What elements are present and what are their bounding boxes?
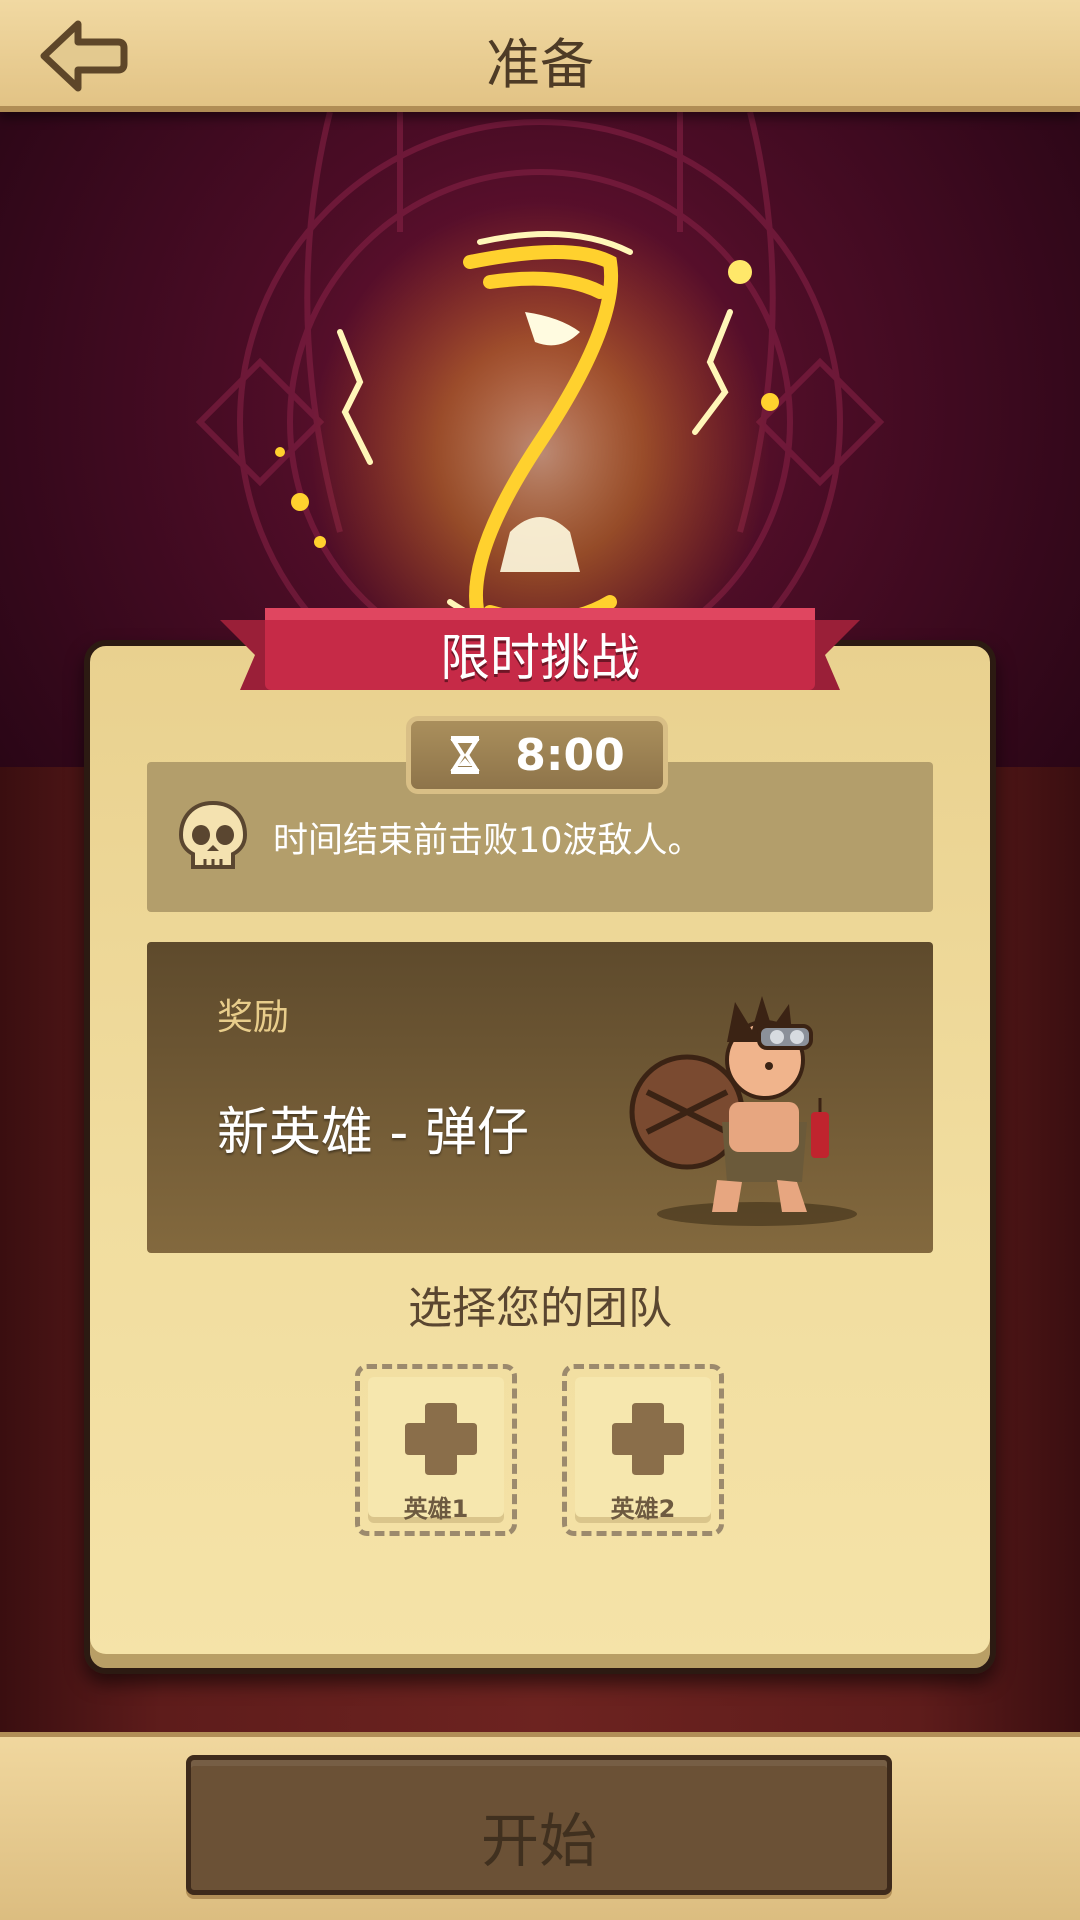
plus-icon [612,1403,684,1475]
bottom-bar: 开始 [0,1732,1080,1920]
hero-slot-frame: 英雄2 [575,1377,711,1523]
hero-slot-frame: 英雄1 [368,1377,504,1523]
hero-slot-label: 英雄2 [610,1495,676,1523]
hero-slot-label: 英雄1 [403,1495,469,1523]
timer-tab: 8:00 [406,716,668,794]
reward-name: 新英雄 - 弹仔 [217,1103,529,1163]
start-button[interactable]: 开始 [186,1755,892,1895]
challenge-title: 限时挑战 [440,629,640,687]
hero-slot-2[interactable]: 英雄2 [562,1364,724,1536]
objective-text: 时间结束前击败10波敌人。 [273,820,703,861]
page-title: 准备 [486,33,594,96]
hero-character-art [629,996,857,1226]
start-button-label: 开始 [480,1807,597,1875]
timer-value: 8:00 [515,729,625,781]
plus-icon [405,1403,477,1475]
skull-icon [178,800,248,869]
hero-slot-1[interactable]: 英雄1 [355,1364,517,1536]
top-bar: 准备 [0,0,1080,112]
reward-label: 奖励 [217,997,290,1038]
reward-panel: 奖励 新英雄 - 弹仔 [147,942,933,1253]
team-title: 选择您的团队 [408,1283,672,1334]
hourglass-icon [450,736,480,774]
